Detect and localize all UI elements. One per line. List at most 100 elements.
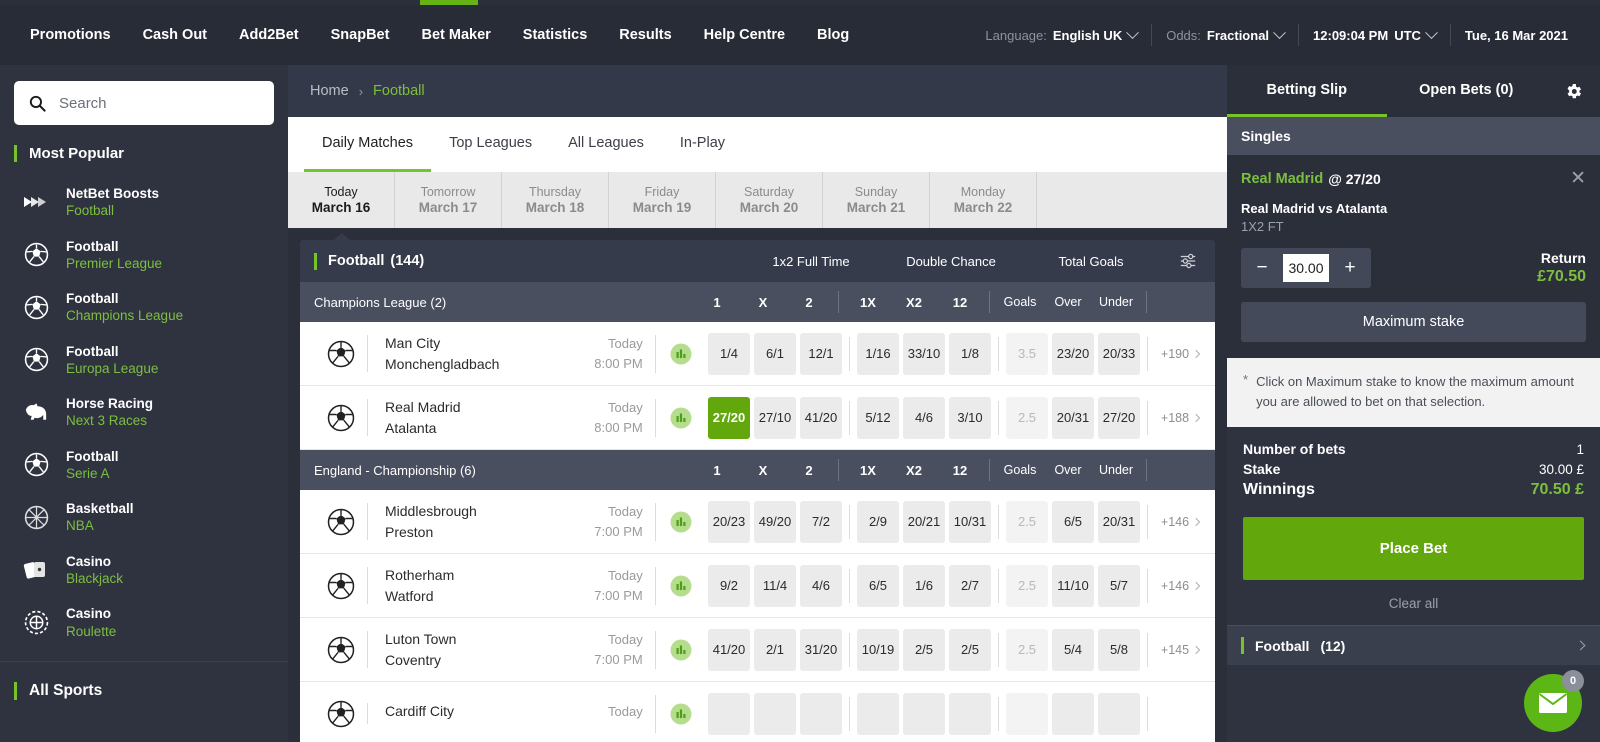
sidebar-item-blackjack[interactable]: Casino Blackjack xyxy=(0,544,288,597)
matches-scroll-area[interactable]: Football (144) 1x2 Full Time Double Chan… xyxy=(288,228,1227,742)
odd-cell-2[interactable]: 41/20 xyxy=(800,396,842,439)
odd-cell-x2[interactable]: 20/21 xyxy=(903,500,945,543)
odd-cell-under[interactable] xyxy=(1098,692,1140,735)
odd-cell-1[interactable] xyxy=(708,692,750,735)
odd-cell-1x[interactable]: 10/19 xyxy=(857,628,899,671)
tab-all-leagues[interactable]: All Leagues xyxy=(550,117,662,172)
odds-format-selector[interactable]: Odds: Fractional xyxy=(1152,25,1298,43)
stake-input[interactable] xyxy=(1283,254,1329,282)
odd-cell-over[interactable]: 5/4 xyxy=(1052,628,1094,671)
market-group-total-goals[interactable]: Total Goals xyxy=(1021,254,1161,269)
odd-cell-1x[interactable]: 1/16 xyxy=(857,332,899,375)
odd-cell-1[interactable]: 9/2 xyxy=(708,564,750,607)
odd-cell-x2[interactable]: 1/6 xyxy=(903,564,945,607)
sidebar-item-nba[interactable]: Basketball NBA xyxy=(0,491,288,544)
day-tab-sunday[interactable]: Sunday March 21 xyxy=(823,172,930,228)
table-row[interactable]: Middlesbrough Preston Today 7:00 PM 20/2… xyxy=(300,490,1215,554)
stats-icon[interactable] xyxy=(654,630,706,669)
odd-cell-x[interactable]: 6/1 xyxy=(754,332,796,375)
stats-icon[interactable] xyxy=(654,502,706,541)
tab-in-play[interactable]: In-Play xyxy=(662,117,743,172)
table-row[interactable]: Man City Monchengladbach Today 8:00 PM 1… xyxy=(300,322,1215,386)
more-markets-link[interactable]: +146 xyxy=(1153,579,1207,593)
maximum-stake-button[interactable]: Maximum stake xyxy=(1241,302,1586,342)
tab-top-leagues[interactable]: Top Leagues xyxy=(431,117,550,172)
nav-item-statistics[interactable]: Statistics xyxy=(507,27,603,43)
gear-icon[interactable] xyxy=(1546,65,1600,117)
odd-cell-x[interactable]: 2/1 xyxy=(754,628,796,671)
odd-cell-over[interactable]: 20/31 xyxy=(1052,396,1094,439)
odd-cell-under[interactable]: 20/31 xyxy=(1098,500,1140,543)
search-box[interactable] xyxy=(14,81,274,125)
odd-cell-12[interactable]: 2/5 xyxy=(949,628,991,671)
day-tab-friday[interactable]: Friday March 19 xyxy=(609,172,716,228)
odd-cell-12[interactable]: 3/10 xyxy=(949,396,991,439)
sidebar-item-horse-racing[interactable]: Horse Racing Next 3 Races xyxy=(0,386,288,439)
nav-item-blog[interactable]: Blog xyxy=(801,27,865,43)
market-group-1x2[interactable]: 1x2 Full Time xyxy=(741,254,881,269)
sidebar-item-europa-league[interactable]: Football Europa League xyxy=(0,334,288,387)
odd-cell-over[interactable] xyxy=(1052,692,1094,735)
league-header-england-championship[interactable]: England - Championship (6) 1 X 2 1X X2 1… xyxy=(300,450,1215,490)
odd-cell-x[interactable]: 27/10 xyxy=(754,396,796,439)
odd-cell-x2[interactable]: 2/5 xyxy=(903,628,945,671)
more-markets-link[interactable]: +188 xyxy=(1153,411,1207,425)
sidebar-item-premier-league[interactable]: Football Premier League xyxy=(0,229,288,282)
day-tab-tomorrow[interactable]: Tomorrow March 17 xyxy=(395,172,502,228)
odd-cell-under[interactable]: 5/7 xyxy=(1098,564,1140,607)
slip-footer-football[interactable]: Football (12) xyxy=(1227,625,1600,665)
stats-icon[interactable] xyxy=(654,566,706,605)
odd-cell-x[interactable]: 11/4 xyxy=(754,564,796,607)
odd-cell-over[interactable]: 23/20 xyxy=(1052,332,1094,375)
odd-cell-1[interactable]: 1/4 xyxy=(708,332,750,375)
odd-cell-12[interactable]: 10/31 xyxy=(949,500,991,543)
odd-cell-2[interactable] xyxy=(800,692,842,735)
odd-cell-x[interactable]: 49/20 xyxy=(754,500,796,543)
market-group-double-chance[interactable]: Double Chance xyxy=(881,254,1021,269)
day-tab-saturday[interactable]: Saturday March 20 xyxy=(716,172,823,228)
odd-cell-under[interactable]: 27/20 xyxy=(1098,396,1140,439)
timezone-selector[interactable]: 12:09:04 PM UTC xyxy=(1299,25,1450,43)
odd-cell-2[interactable]: 31/20 xyxy=(800,628,842,671)
odd-cell-x2[interactable] xyxy=(903,692,945,735)
table-row[interactable]: Luton Town Coventry Today 7:00 PM 41/20 … xyxy=(300,618,1215,682)
stake-decrement-button[interactable]: − xyxy=(1241,248,1283,288)
tab-open-bets[interactable]: Open Bets (0) xyxy=(1387,65,1547,117)
nav-item-snapbet[interactable]: SnapBet xyxy=(315,27,406,43)
league-header-champions-league[interactable]: Champions League (2) 1 X 2 1X X2 12 Goal… xyxy=(300,282,1215,322)
stats-icon[interactable] xyxy=(654,334,706,373)
odd-cell-1x[interactable]: 2/9 xyxy=(857,500,899,543)
sidebar-item-roulette[interactable]: Casino Roulette xyxy=(0,596,288,649)
table-row[interactable]: Rotherham Watford Today 7:00 PM 9/2 11/4… xyxy=(300,554,1215,618)
sidebar-item-all-sports[interactable]: All Sports xyxy=(0,662,288,716)
more-markets-link[interactable]: +146 xyxy=(1153,515,1207,529)
nav-item-promotions[interactable]: Promotions xyxy=(14,27,127,43)
table-row[interactable]: Cardiff City Today xyxy=(300,682,1215,742)
stake-increment-button[interactable]: + xyxy=(1329,248,1371,288)
nav-item-help-centre[interactable]: Help Centre xyxy=(688,27,801,43)
odd-cell-2[interactable]: 7/2 xyxy=(800,500,842,543)
odd-cell-2[interactable]: 4/6 xyxy=(800,564,842,607)
more-markets-link[interactable]: +145 xyxy=(1153,643,1207,657)
odd-cell-1[interactable]: 20/23 xyxy=(708,500,750,543)
odd-cell-2[interactable]: 12/1 xyxy=(800,332,842,375)
sidebar-item-serie-a[interactable]: Football Serie A xyxy=(0,439,288,492)
odd-cell-under[interactable]: 5/8 xyxy=(1098,628,1140,671)
odd-cell-12[interactable]: 2/7 xyxy=(949,564,991,607)
odd-cell-x2[interactable]: 4/6 xyxy=(903,396,945,439)
tab-daily-matches[interactable]: Daily Matches xyxy=(304,117,432,172)
sidebar-item-champions-league[interactable]: Football Champions League xyxy=(0,281,288,334)
search-input[interactable] xyxy=(59,94,260,112)
tab-betting-slip[interactable]: Betting Slip xyxy=(1227,65,1387,117)
day-tab-thursday[interactable]: Thursday March 18 xyxy=(502,172,609,228)
nav-item-bet-maker[interactable]: Bet Maker xyxy=(405,27,506,43)
close-icon[interactable]: ✕ xyxy=(1570,169,1586,188)
table-row[interactable]: Real Madrid Atalanta Today 8:00 PM 27/20… xyxy=(300,386,1215,450)
odd-cell-1x[interactable]: 6/5 xyxy=(857,564,899,607)
nav-item-cash-out[interactable]: Cash Out xyxy=(127,27,223,43)
sidebar-item-netbet-boosts[interactable]: NetBet Boosts Football xyxy=(0,176,288,229)
odd-cell-12[interactable]: 1/8 xyxy=(949,332,991,375)
odd-cell-over[interactable]: 6/5 xyxy=(1052,500,1094,543)
odd-cell-over[interactable]: 11/10 xyxy=(1052,564,1094,607)
more-markets-link[interactable]: +190 xyxy=(1153,347,1207,361)
